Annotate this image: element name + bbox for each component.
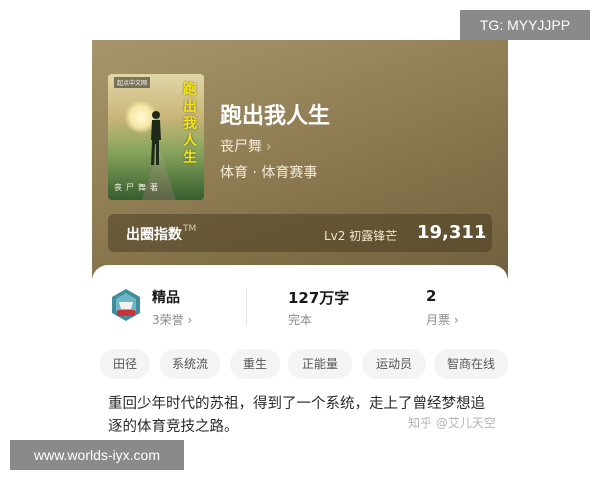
chevron-right-icon: ›: [187, 313, 193, 327]
book-cover[interactable]: 起点中文网 跑出我人生 丧尸舞著: [108, 74, 204, 200]
watermark-bottom-left: www.worlds-iyx.com: [10, 440, 184, 470]
cover-publisher-label: 起点中文网: [114, 77, 151, 88]
trademark-mark: TM: [183, 224, 197, 234]
author-link[interactable]: 丧尸舞 ›: [220, 136, 272, 156]
book-category: 体育 · 体育赛事: [220, 165, 318, 181]
index-value: 19,311: [417, 222, 487, 243]
word-count: 127万字: [288, 289, 350, 307]
popularity-index-bar[interactable]: 出圈指数TM Lv2 初露锋芒 19,311 ›: [108, 214, 492, 252]
tag-chip[interactable]: 智商在线: [434, 349, 508, 379]
tag-chip[interactable]: 系统流: [160, 349, 220, 379]
index-level: Lv2 初露锋芒: [324, 229, 398, 243]
runner-silhouette-icon: [151, 111, 161, 165]
chevron-right-icon: ›: [478, 222, 485, 241]
chevron-right-icon: ›: [266, 139, 272, 155]
cover-title-text: 跑出我人生: [183, 82, 197, 166]
honors-link[interactable]: 3荣誉 ›: [152, 311, 192, 328]
completion-status: 完本: [288, 313, 313, 327]
monthly-votes-link[interactable]: 月票 ›: [426, 311, 459, 328]
chevron-right-icon: ›: [453, 313, 459, 327]
book-title: 跑出我人生: [220, 103, 331, 129]
stats-divider: [246, 289, 247, 325]
watermark-top-right: TG: MYYJJPP: [460, 10, 590, 40]
index-label: 出圈指数TM: [126, 224, 197, 243]
tag-chip[interactable]: 正能量: [288, 349, 352, 379]
monthly-votes-count: 2: [426, 287, 437, 305]
honor-badge-icon: [112, 289, 140, 321]
author-name: 丧尸舞: [220, 139, 262, 155]
tag-chip[interactable]: 运动员: [362, 349, 426, 379]
tag-chip[interactable]: 重生: [230, 349, 280, 379]
watermark-zhihu: 知乎 @艾儿天空: [408, 416, 496, 430]
quality-label: 精品: [152, 290, 180, 306]
book-header: 起点中文网 跑出我人生 丧尸舞著 跑出我人生 丧尸舞 › 体育 · 体育赛事 出圈…: [92, 40, 508, 290]
tag-chip[interactable]: 田径: [100, 349, 150, 379]
cover-author-text: 丧尸舞著: [114, 183, 162, 192]
